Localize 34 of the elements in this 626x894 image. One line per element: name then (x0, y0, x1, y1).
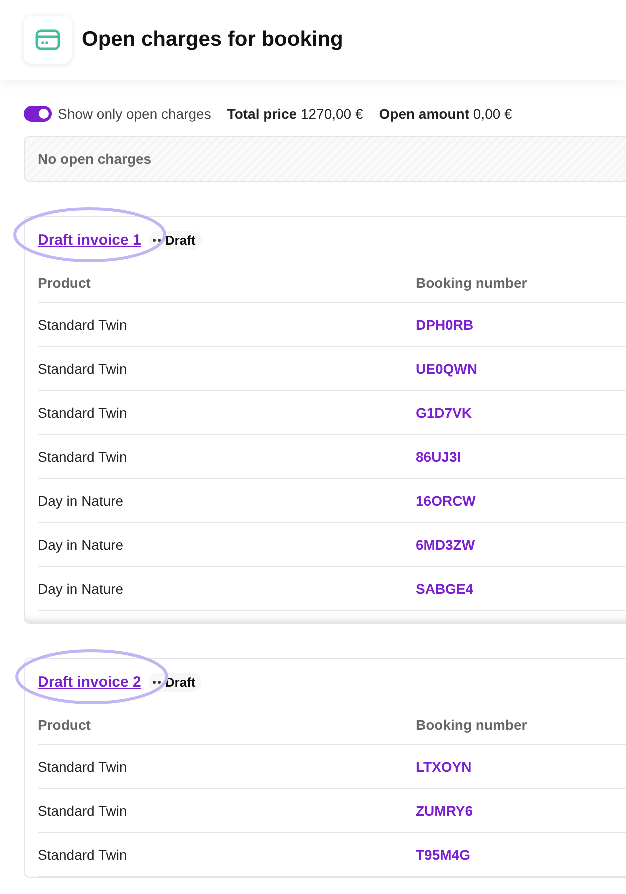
card-icon (24, 16, 72, 64)
booking-number-link[interactable]: SABGE4 (416, 580, 474, 596)
page-title: Open charges for booking (82, 28, 344, 52)
product-cell-text: Day in Nature (38, 580, 125, 596)
column-header: Product (38, 717, 92, 733)
booking-number-link[interactable]: 16ORCW (416, 492, 476, 508)
booking-number-link[interactable]: ZUMRY6 (416, 802, 474, 818)
booking-number-link[interactable]: T95M4G (416, 846, 470, 862)
booking-number-link[interactable]: 6MD3ZW (416, 536, 476, 552)
product-cell-text: Day in Nature (38, 536, 125, 552)
product-cell-text: Standard Twin (38, 802, 128, 818)
toggle-label: Show only open charges (58, 106, 212, 122)
column-header: Product (38, 275, 92, 291)
booking-number-link[interactable]: DPH0RB (416, 316, 474, 332)
product-cell-text: Standard Twin (38, 316, 128, 332)
product-cell-text: Standard Twin (38, 404, 128, 420)
booking-number-link[interactable]: G1D7VK (416, 404, 472, 420)
status-badge: Draft (149, 230, 202, 250)
booking-number-link[interactable]: LTXOYN (416, 758, 472, 774)
column-header: Booking number (416, 275, 528, 291)
booking-number-link[interactable]: UE0QWN (416, 360, 478, 376)
product-cell-text: Standard Twin (38, 758, 128, 774)
product-cell-text: Standard Twin (38, 360, 128, 376)
total-text: Open amount 0,00 € (379, 106, 512, 122)
booking-number-link[interactable]: 86UJ3I (416, 448, 462, 464)
dots-icon (153, 680, 162, 684)
product-cell-text: Standard Twin (38, 846, 128, 862)
column-header: Booking number (416, 717, 528, 733)
total-text: Total price 1270,00 € (227, 106, 364, 122)
dots-icon (153, 238, 162, 242)
empty-notice: No open charges (24, 136, 626, 182)
product-cell-text: Day in Nature (38, 492, 125, 508)
toggle-switch[interactable] (24, 106, 52, 122)
product-cell-text: Standard Twin (38, 448, 128, 464)
